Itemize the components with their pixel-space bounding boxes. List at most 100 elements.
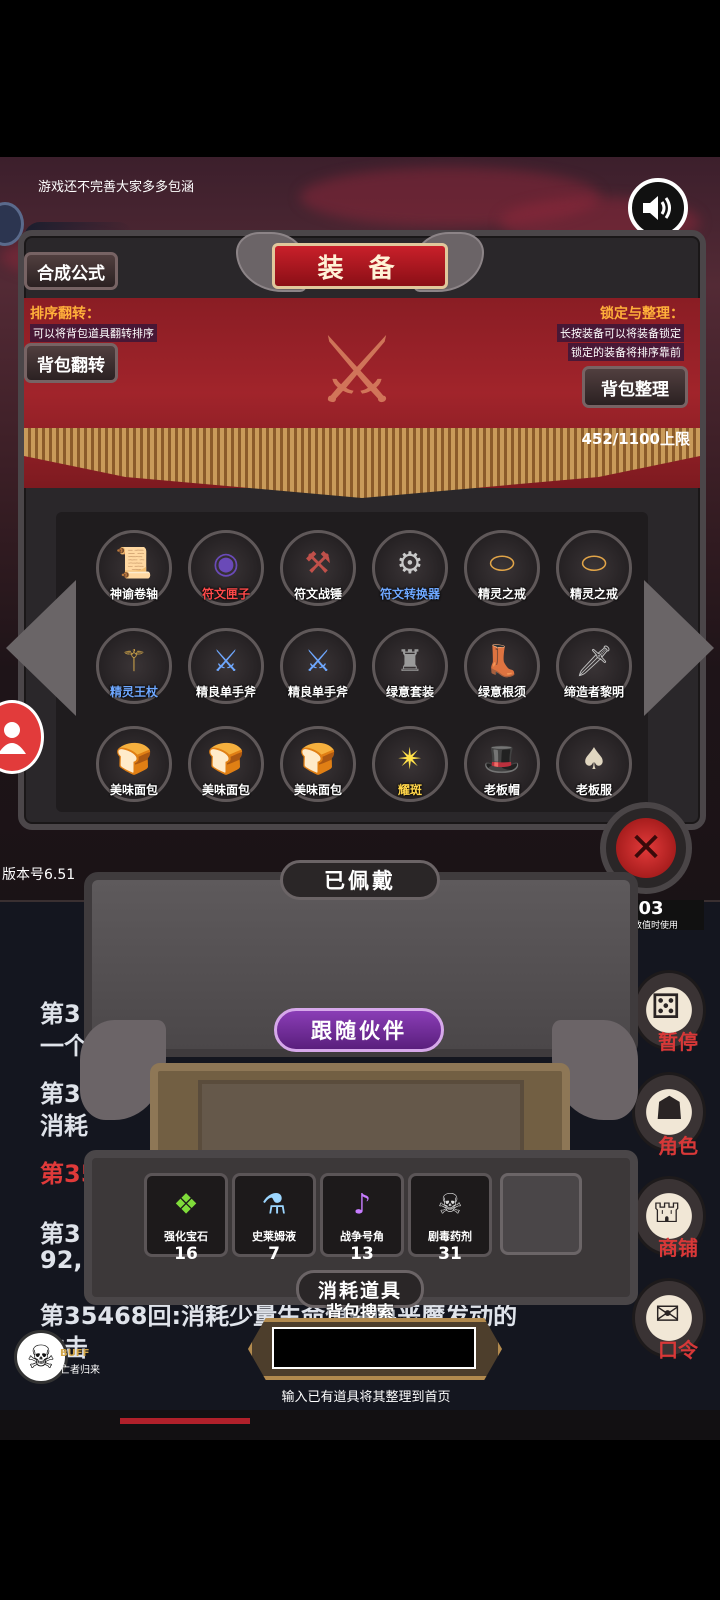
item-name: 缔造者黎明	[563, 685, 625, 699]
ring-icon: ⬭	[581, 545, 607, 581]
inventory-item-slot[interactable]: ⚔ 精良单手斧	[280, 628, 356, 704]
coat-icon: ♠	[580, 741, 608, 777]
log-line: 第3	[40, 1000, 81, 1028]
consumable-name: 战争号角	[340, 1230, 384, 1243]
axe-icon: ⚔	[212, 643, 240, 679]
search-hint: 输入已有道具将其整理到首页	[281, 1390, 451, 1405]
consumable-slot[interactable]: ☠ 剧毒药剂 31	[408, 1173, 492, 1264]
consumable-count: 13	[350, 1244, 374, 1264]
war-hammer-icon: ⚒	[304, 545, 332, 581]
consumable-slot[interactable]: ♪ 战争号角 13	[320, 1173, 404, 1264]
next-page-arrow[interactable]	[644, 580, 714, 716]
lock-sort-desc: 长按装备可以将装备锁定	[557, 324, 684, 342]
potion-icon: ⚗	[261, 1187, 287, 1221]
log-line: 第3	[40, 1220, 81, 1248]
rune-converter-icon: ⚙	[396, 545, 424, 581]
rune-box-icon: ◉	[212, 545, 240, 581]
item-name: 绿意根须	[477, 685, 527, 699]
item-name: 老板服	[575, 783, 613, 797]
shop-label: 商铺	[658, 1236, 698, 1260]
item-name: 绿意套装	[385, 685, 435, 699]
axe-icon: ⚔	[304, 643, 332, 679]
flip-bag-button[interactable]: 背包翻转	[24, 343, 118, 383]
inventory-item-slot[interactable]: ♠ 老板服	[556, 726, 632, 802]
inventory-item-slot[interactable]: ◉ 符文匣子	[188, 530, 264, 606]
lock-sort-title: 锁定与整理：	[600, 306, 684, 322]
inventory-item-slot[interactable]: ⚙ 符文转换器	[372, 530, 448, 606]
craft-formula-button[interactable]: 合成公式	[24, 252, 118, 290]
item-name: 精良单手斧	[195, 685, 257, 699]
dice-icon: ⚄	[651, 987, 681, 1027]
consumable-slot[interactable]: ❖ 强化宝石 16	[144, 1173, 228, 1264]
consumable-name: 强化宝石	[164, 1230, 208, 1243]
hp-bar-edge	[120, 1418, 250, 1424]
poison-icon: ☠	[437, 1187, 463, 1221]
scroll-paper-icon: ✉	[655, 1297, 681, 1332]
crossed-swords-emblem: ⚔	[315, 317, 399, 424]
item-name: 神谕卷轴	[109, 587, 159, 601]
search-input[interactable]	[272, 1327, 476, 1369]
item-name: 符文战锤	[293, 587, 343, 601]
prev-page-arrow[interactable]	[6, 580, 76, 716]
command-label: 口令	[658, 1338, 698, 1362]
sort-flip-title: 排序翻转：	[30, 306, 100, 322]
bread-icon: 🍞	[299, 741, 337, 777]
scepter-icon: ⚚	[120, 643, 148, 679]
inventory-item-slot[interactable]: 🗡 缔造者黎明	[556, 628, 632, 704]
consumable-slot[interactable]: ⚗ 史莱姆液 7	[232, 1173, 316, 1264]
item-name: 美味面包	[201, 783, 251, 797]
item-name: 精灵之戒	[477, 587, 527, 601]
sort-flip-desc: 可以将背包道具翻转排序	[30, 324, 157, 342]
item-name: 精良单手斧	[287, 685, 349, 699]
item-name: 美味面包	[109, 783, 159, 797]
inventory-item-slot[interactable]: ✴ 耀斑	[372, 726, 448, 802]
consumable-count: 7	[268, 1244, 280, 1264]
greatsword-icon: 🗡	[574, 643, 614, 679]
inventory-item-slot[interactable]: ♜ 绿意套装	[372, 628, 448, 704]
inventory-item-slot[interactable]: ⬭ 精灵之戒	[464, 530, 540, 606]
inventory-item-slot[interactable]: 🍞 美味面包	[96, 726, 172, 802]
item-name: 精灵王杖	[109, 685, 159, 699]
boots-icon: 👢	[483, 643, 521, 679]
panel-title: 装 备	[272, 243, 448, 289]
speaker-icon	[643, 196, 671, 220]
item-name: 美味面包	[293, 783, 343, 797]
item-name: 老板帽	[483, 783, 521, 797]
close-icon: ✕	[616, 818, 676, 878]
companion-label: 跟随伙伴	[274, 1008, 444, 1052]
inventory-item-slot[interactable]: 👢 绿意根须	[464, 628, 540, 704]
empty-consumable-slot[interactable]	[500, 1173, 582, 1255]
user-icon	[0, 722, 26, 754]
inventory-item-slot[interactable]: 🎩 老板帽	[464, 726, 540, 802]
inventory-item-slot[interactable]: 🍞 美味面包	[280, 726, 356, 802]
ring-icon: ⬭	[489, 545, 515, 581]
inventory-item-slot[interactable]: ⚚ 精灵王杖	[96, 628, 172, 704]
inventory-item-slot[interactable]: ⬭ 精灵之戒	[556, 530, 632, 606]
flare-weapon-icon: ✴	[397, 741, 423, 777]
game-screen: { "notice": "游戏还不完善大家多多包涵", "gems": "371…	[0, 0, 720, 1600]
version-text: 版本号6.51	[2, 867, 76, 883]
consumable-name: 剧毒药剂	[428, 1230, 472, 1243]
hat-icon: 🎩	[483, 741, 521, 777]
log-line: 92,	[40, 1246, 83, 1274]
item-name: 精灵之戒	[569, 587, 619, 601]
green-gem-icon: ❖	[173, 1187, 199, 1221]
hooded-figure-icon: ☗	[655, 1089, 684, 1127]
worn-label: 已佩戴	[280, 860, 440, 900]
bread-icon: 🍞	[115, 741, 153, 777]
inventory-item-slot[interactable]: 📜 神谕卷轴	[96, 530, 172, 606]
inventory-item-slot[interactable]: ⚒ 符文战锤	[280, 530, 356, 606]
inventory-item-slot[interactable]: 🍞 美味面包	[188, 726, 264, 802]
consumable-count: 16	[174, 1244, 198, 1264]
item-name: 符文转换器	[379, 587, 441, 601]
buff-caption: 亡者归来	[60, 1365, 100, 1376]
sound-toggle-button[interactable]	[628, 178, 688, 238]
sort-bag-button[interactable]: 背包整理	[582, 366, 688, 408]
consumable-name: 史莱姆液	[252, 1230, 296, 1243]
war-horn-icon: ♪	[353, 1187, 371, 1221]
companion-slot[interactable]	[198, 1080, 524, 1155]
scroll-icon: 📜	[115, 545, 153, 581]
inventory-item-slot[interactable]: ⚔ 精良单手斧	[188, 628, 264, 704]
shop-icon: ⛫	[653, 1195, 681, 1230]
notice-text: 游戏还不完善大家多多包涵	[38, 180, 195, 195]
